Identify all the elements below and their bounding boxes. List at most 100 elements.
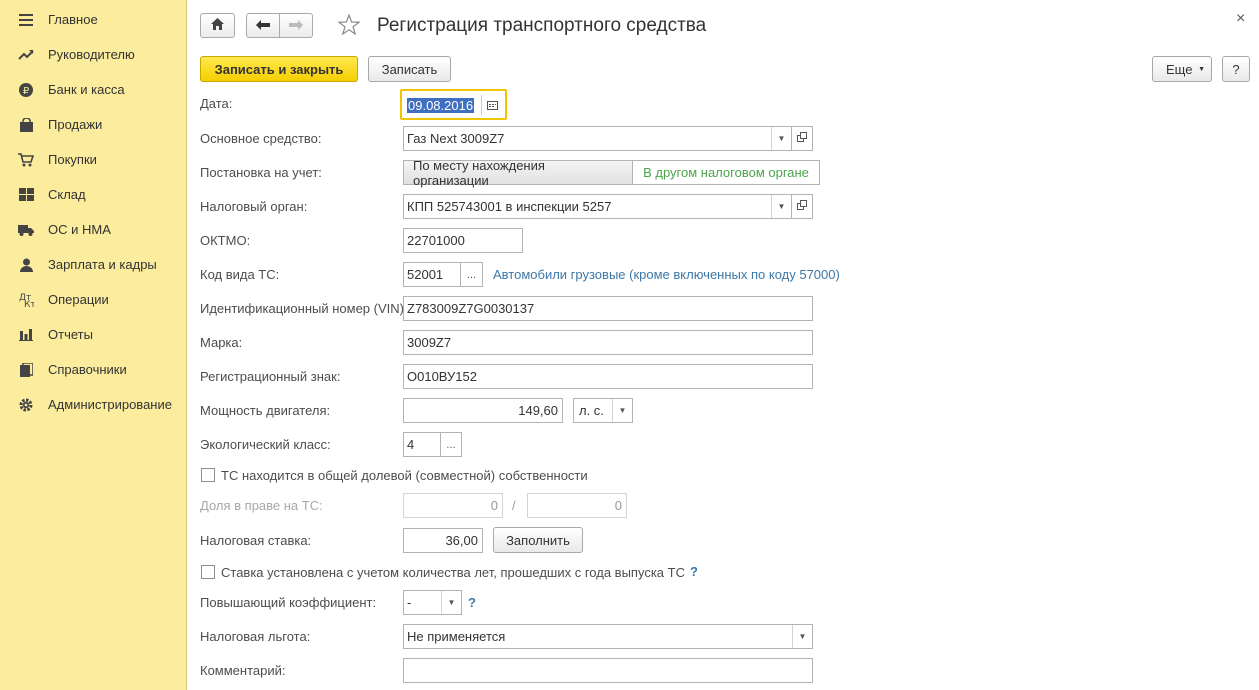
save-button[interactable]: Записать xyxy=(368,56,451,82)
sidebar-item-label: ОС и НМА xyxy=(48,222,111,237)
vehicle-code-value: 52001 xyxy=(407,267,444,282)
sidebar-item-label: Руководителю xyxy=(48,47,135,62)
open-asset-button[interactable] xyxy=(792,126,813,151)
years-rate-checkbox[interactable] xyxy=(201,565,215,579)
oktmo-input[interactable]: 22701000 xyxy=(403,228,523,253)
coefficient-select[interactable]: - ▼ xyxy=(403,590,462,615)
more-button[interactable]: Еще ▼ xyxy=(1152,56,1212,82)
vin-input[interactable]: Z783009Z7G0030137 xyxy=(403,296,813,321)
share-denominator-input[interactable]: 0 xyxy=(527,493,627,518)
tax-office-label: Налоговый орган: xyxy=(200,199,308,214)
coefficient-label: Повышающий коэффициент: xyxy=(200,595,377,610)
open-tax-office-button[interactable] xyxy=(792,194,813,219)
benefit-select[interactable]: Не применяется ▼ xyxy=(403,624,813,649)
forward-button[interactable] xyxy=(279,13,313,38)
registration-option-other[interactable]: В другом налоговом органе xyxy=(633,161,819,184)
sidebar-item-label: Справочники xyxy=(48,362,127,377)
calendar-icon[interactable] xyxy=(481,95,503,115)
help-button[interactable]: ? xyxy=(1222,56,1250,82)
eco-class-value: 4 xyxy=(407,437,415,452)
truck-icon xyxy=(18,222,34,238)
share-numerator-value: 0 xyxy=(490,498,498,513)
benefit-value: Не применяется xyxy=(407,629,506,644)
sidebar-item-manager[interactable]: Руководителю xyxy=(0,37,187,72)
eco-class-input[interactable]: 4 xyxy=(403,432,441,457)
chevron-down-icon[interactable]: ▼ xyxy=(441,591,461,614)
power-input[interactable]: 149,60 xyxy=(403,398,563,423)
eco-class-choose-button[interactable]: ... xyxy=(441,432,462,457)
favorite-star-icon[interactable] xyxy=(337,13,361,38)
sidebar-item-purchases[interactable]: Покупки xyxy=(0,142,187,177)
brand-label: Марка: xyxy=(200,335,243,350)
bag-icon xyxy=(18,117,34,133)
sidebar-item-references[interactable]: Справочники xyxy=(0,352,187,387)
svg-text:₽: ₽ xyxy=(23,86,30,97)
vehicle-code-choose-button[interactable]: ... xyxy=(461,262,483,287)
power-value: 149,60 xyxy=(518,403,558,418)
share-separator: / xyxy=(512,498,516,513)
benefit-label: Налоговая льгота: xyxy=(200,629,311,644)
years-rate-label: Ставка установлена с учетом количества л… xyxy=(221,565,685,580)
sidebar-item-reports[interactable]: Отчеты xyxy=(0,317,187,352)
years-help-link[interactable]: ? xyxy=(690,564,698,579)
reg-sign-value: О010ВУ152 xyxy=(407,369,477,384)
sidebar-item-label: Покупки xyxy=(48,152,97,167)
date-label: Дата: xyxy=(200,96,233,111)
sidebar-item-bank[interactable]: ₽ Банк и касса xyxy=(0,72,187,107)
sidebar-item-sales[interactable]: Продажи xyxy=(0,107,187,142)
svg-text:Кт: Кт xyxy=(24,300,34,307)
sidebar-item-assets[interactable]: ОС и НМА xyxy=(0,212,187,247)
page-title: Регистрация транспортного средства xyxy=(377,15,707,36)
more-label: Еще xyxy=(1166,61,1193,77)
vehicle-code-description: Автомобили грузовые (кроме включенных по… xyxy=(493,267,840,282)
person-icon xyxy=(18,257,34,273)
power-label: Мощность двигателя: xyxy=(200,403,331,418)
sidebar-item-salary[interactable]: Зарплата и кадры xyxy=(0,247,187,282)
close-icon[interactable]: × xyxy=(1236,10,1245,28)
share-numerator-input[interactable]: 0 xyxy=(403,493,503,518)
operations-icon: Дт Кт xyxy=(18,292,34,308)
shared-ownership-checkbox[interactable] xyxy=(201,468,215,482)
eco-class-label: Экологический класс: xyxy=(200,437,331,452)
brand-value: 3009Z7 xyxy=(407,335,452,350)
chevron-down-icon[interactable]: ▼ xyxy=(771,127,791,150)
sidebar-item-operations[interactable]: Дт Кт Операции xyxy=(0,282,187,317)
vehicle-code-label: Код вида ТС: xyxy=(200,267,280,282)
home-button[interactable] xyxy=(200,13,235,38)
sidebar-item-admin[interactable]: Администрирование xyxy=(0,387,187,422)
sidebar-item-label: Главное xyxy=(48,12,98,27)
sidebar-item-warehouse[interactable]: Склад xyxy=(0,177,187,212)
asset-label: Основное средство: xyxy=(200,131,322,146)
comment-input[interactable] xyxy=(403,658,813,683)
chevron-down-icon[interactable]: ▼ xyxy=(792,625,812,648)
reg-sign-label: Регистрационный знак: xyxy=(200,369,341,384)
save-and-close-button[interactable]: Записать и закрыть xyxy=(200,56,358,82)
vin-label: Идентификационный номер (VIN): xyxy=(200,301,408,316)
chevron-down-icon[interactable]: ▼ xyxy=(612,399,632,422)
date-value: 09.08.2016 xyxy=(407,98,475,113)
power-unit-select[interactable]: л. с. ▼ xyxy=(573,398,633,423)
coefficient-help-link[interactable]: ? xyxy=(468,595,476,610)
fill-button[interactable]: Заполнить xyxy=(493,527,583,553)
oktmo-label: ОКТМО: xyxy=(200,233,251,248)
sidebar-item-main[interactable]: Главное xyxy=(0,2,187,37)
tax-office-select[interactable]: КПП 525743001 в инспекции 5257 ▼ xyxy=(403,194,792,219)
shared-ownership-label: ТС находится в общей долевой (совместной… xyxy=(221,468,588,483)
open-window-icon xyxy=(797,132,807,145)
brand-input[interactable]: 3009Z7 xyxy=(403,330,813,355)
back-button[interactable] xyxy=(246,13,280,38)
reg-sign-input[interactable]: О010ВУ152 xyxy=(403,364,813,389)
share-denominator-value: 0 xyxy=(614,498,622,513)
chevron-down-icon: ▼ xyxy=(1198,65,1205,73)
date-input[interactable]: 09.08.2016 xyxy=(404,93,503,118)
power-unit-value: л. с. xyxy=(579,403,604,418)
sidebar-item-label: Отчеты xyxy=(48,327,93,342)
registration-option-location[interactable]: По месту нахождения организации xyxy=(404,158,633,188)
asset-select[interactable]: Газ Next 3009Z7 ▼ xyxy=(403,126,792,151)
ruble-icon: ₽ xyxy=(18,82,34,98)
tax-rate-input[interactable]: 36,00 xyxy=(403,528,483,553)
vin-value: Z783009Z7G0030137 xyxy=(407,301,535,316)
asset-value: Газ Next 3009Z7 xyxy=(407,131,505,146)
vehicle-code-input[interactable]: 52001 xyxy=(403,262,461,287)
chevron-down-icon[interactable]: ▼ xyxy=(771,195,791,218)
